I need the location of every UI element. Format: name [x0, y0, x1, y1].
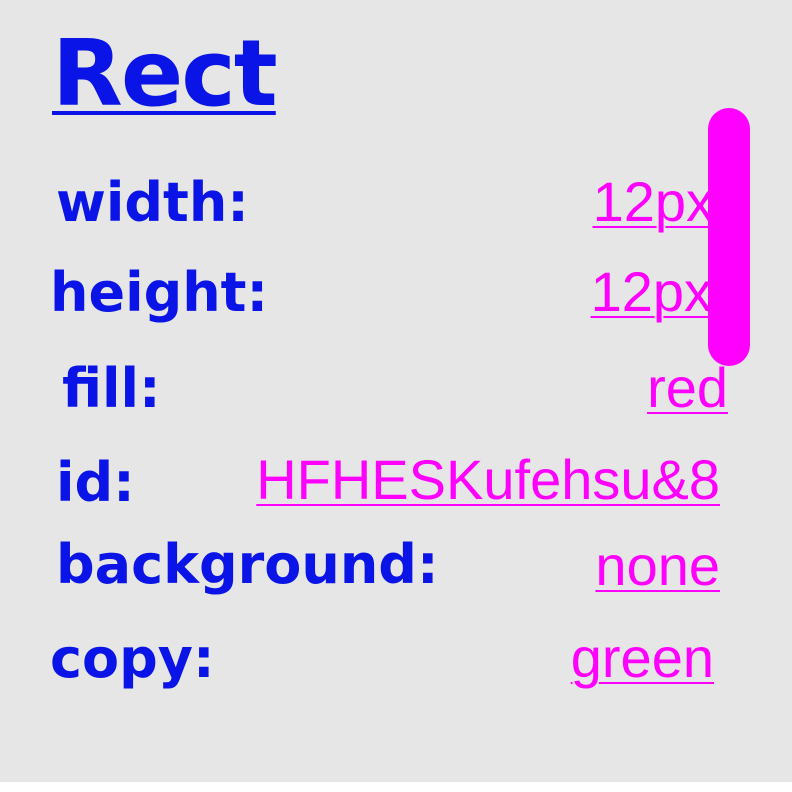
fill-label: fill:	[62, 357, 161, 420]
panel-title: Rect	[52, 20, 278, 127]
id-value-link[interactable]: HFHESKufehsu&8	[256, 452, 720, 508]
id-label: id:	[56, 451, 135, 514]
background-label: background:	[56, 533, 439, 596]
width-label: width:	[56, 171, 249, 234]
copy-value-link[interactable]: green	[571, 630, 714, 686]
height-label: height:	[50, 261, 269, 324]
rect-properties-panel: Rect width: 12px height: 12px fill: red …	[0, 0, 792, 782]
background-value-link[interactable]: none	[595, 538, 720, 594]
height-value-link[interactable]: 12px	[591, 264, 712, 320]
copy-label: copy:	[50, 627, 215, 690]
scrollbar-thumb[interactable]	[708, 108, 750, 366]
width-value-link[interactable]: 12px	[593, 174, 714, 230]
fill-value-link[interactable]: red	[647, 360, 728, 416]
